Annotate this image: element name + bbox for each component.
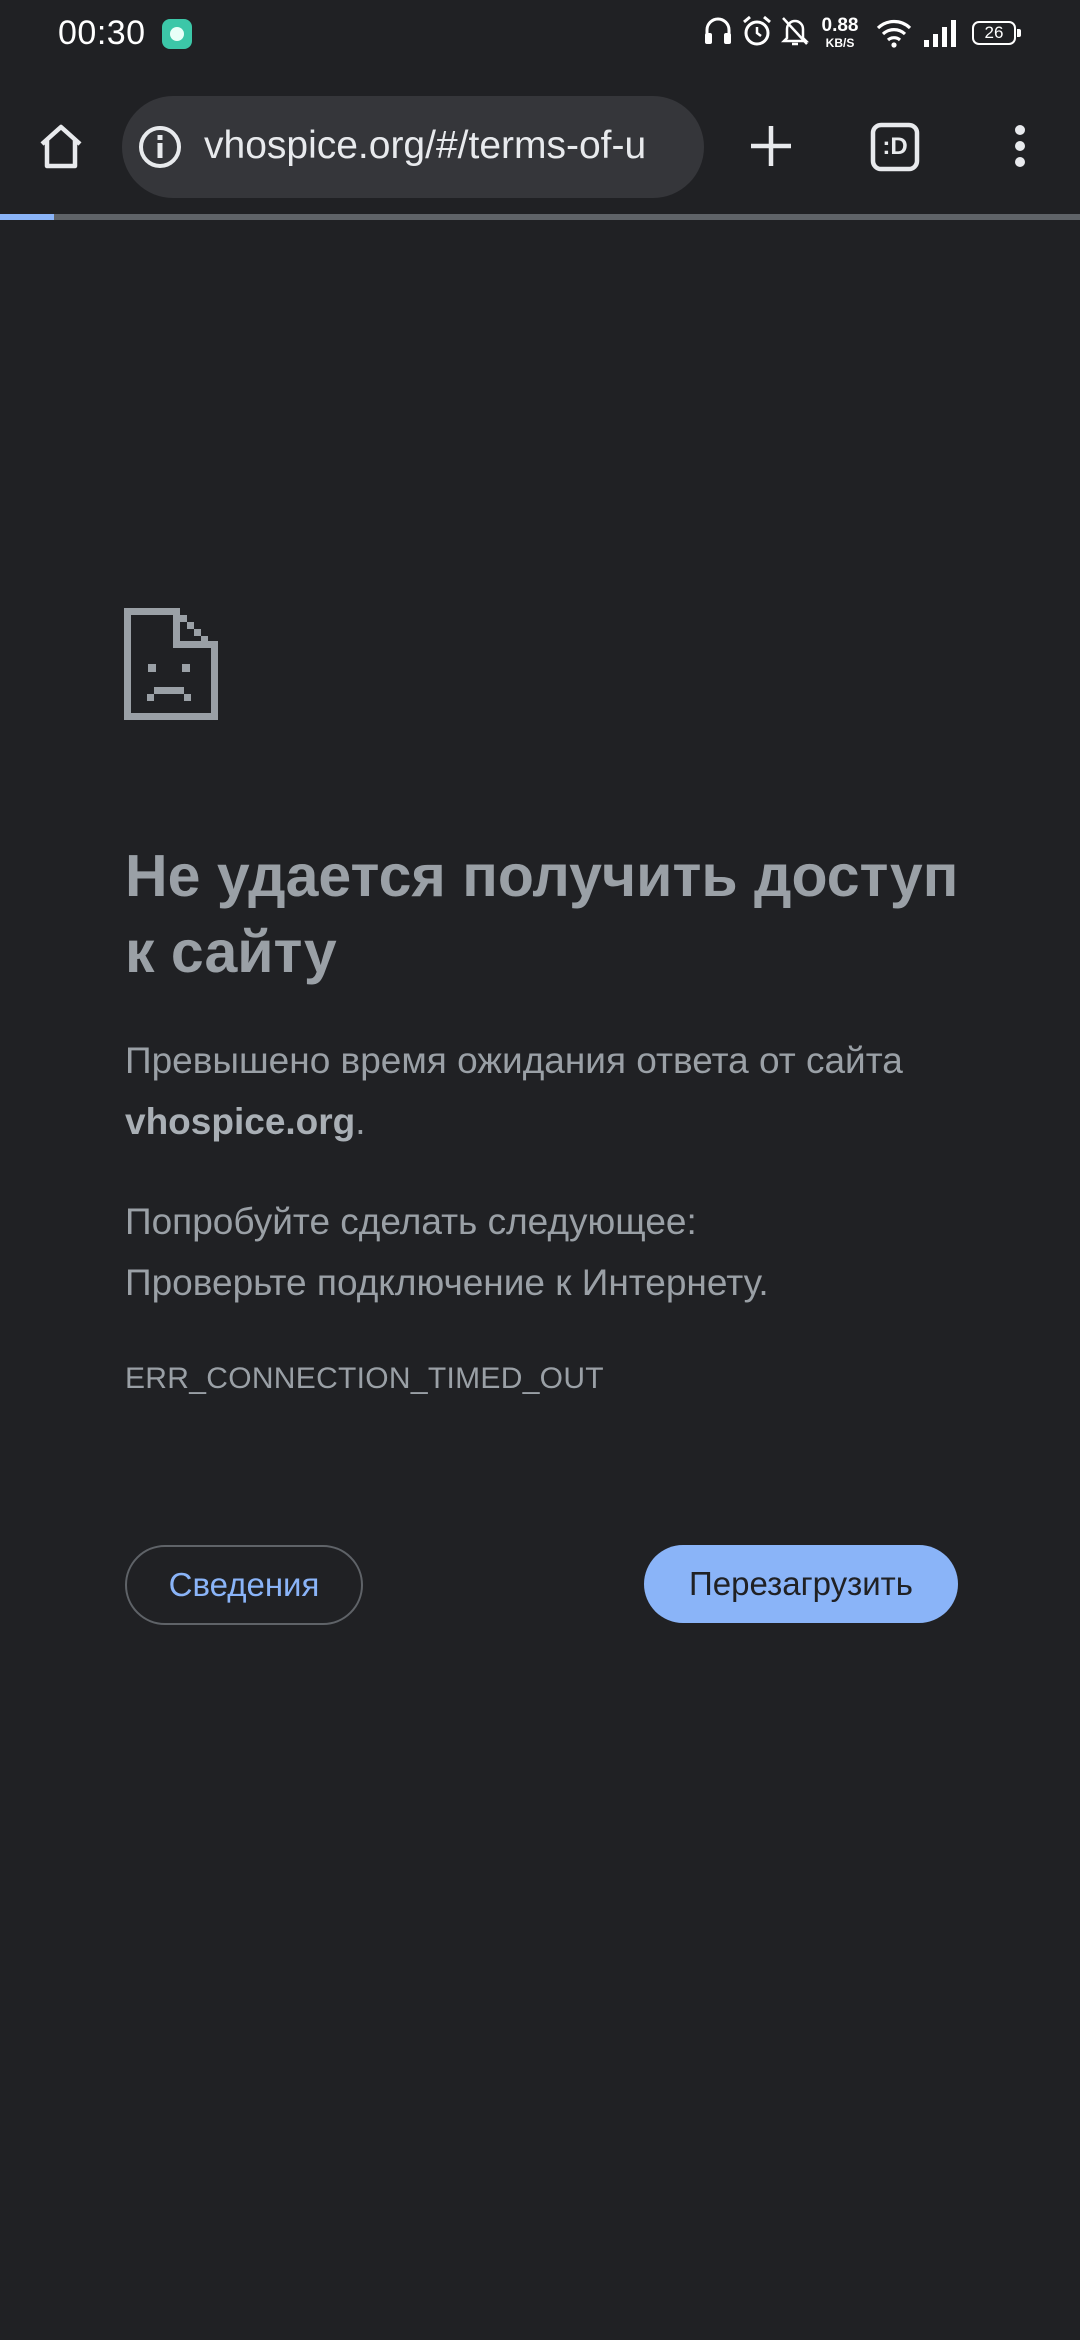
error-code: ERR_CONNECTION_TIMED_OUT: [125, 1362, 604, 1395]
page-load-progress: [0, 214, 1080, 220]
url-text: vhospice.org/#/terms-of-u: [204, 124, 647, 167]
net-speed-value: 0.88: [821, 15, 859, 36]
address-bar[interactable]: vhospice.org/#/terms-of-u: [122, 96, 704, 198]
error-title: Не удается получить доступ к сайту: [125, 843, 959, 985]
details-button[interactable]: Сведения: [125, 1545, 363, 1625]
home-icon: [40, 124, 82, 169]
sad-page-icon: [124, 608, 218, 720]
browser-toolbar: vhospice.org/#/terms-of-u :D: [0, 72, 1080, 216]
suggestions: Попробуйте сделать следующее: Проверьте п…: [125, 1191, 985, 1313]
signal-icon: [924, 20, 956, 47]
suggestion-item: Проверьте подключение к Интернету.: [125, 1262, 769, 1303]
bell-off-icon: [780, 17, 810, 46]
headphones-icon: [705, 17, 731, 44]
error-message-suffix: .: [355, 1101, 366, 1142]
tab-switcher-button[interactable]: :D: [866, 118, 924, 176]
error-message: Превышено время ожидания ответа от сайта…: [125, 1030, 985, 1152]
battery-icon: 26: [972, 21, 1021, 45]
home-button[interactable]: [28, 104, 94, 188]
wifi-icon: [876, 20, 912, 48]
info-icon[interactable]: [138, 125, 182, 169]
reload-button[interactable]: Перезагрузить: [644, 1545, 958, 1623]
more-menu-button[interactable]: [1000, 104, 1040, 188]
new-tab-button[interactable]: [736, 104, 806, 188]
net-speed: 0.88 KB/S: [818, 16, 862, 49]
tab-switcher-label: :D: [882, 133, 908, 160]
net-speed-unit: KB/S: [825, 36, 855, 50]
alarm-icon: [743, 15, 771, 46]
status-bar: 00:30 0.88 KB/S 26: [0, 0, 1080, 72]
error-message-prefix: Превышено время ожидания ответа от сайта: [125, 1040, 903, 1081]
page-load-progress-fill: [0, 214, 54, 220]
status-time: 00:30: [58, 14, 146, 52]
chat-app-icon: [162, 19, 192, 49]
suggestion-heading: Попробуйте сделать следующее:: [125, 1201, 697, 1242]
plus-icon: [751, 126, 791, 166]
more-vert-icon: [1015, 125, 1025, 167]
error-site: vhospice.org: [125, 1101, 356, 1142]
